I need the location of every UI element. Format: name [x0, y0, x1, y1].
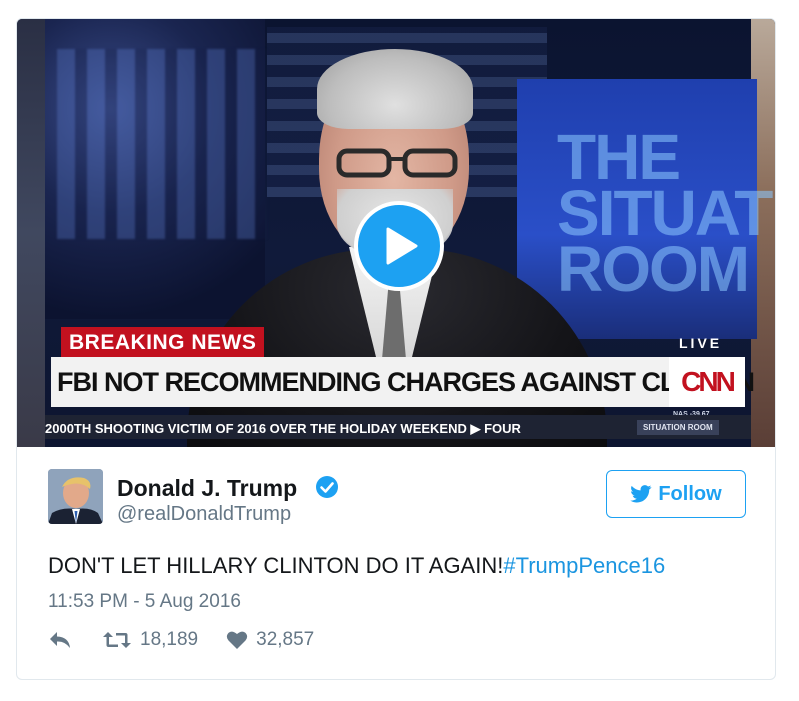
- live-label: LIVE: [679, 335, 723, 351]
- program-tag: SITUATION ROOM: [637, 420, 719, 435]
- anchor-hair: [317, 49, 473, 129]
- heart-icon: [226, 631, 248, 649]
- tweet-card: THE SITUATION ROOM BREAKING NEWS LIVE FB…: [16, 18, 776, 680]
- play-button[interactable]: [354, 201, 444, 291]
- twitter-bird-icon: [630, 485, 652, 503]
- follow-button[interactable]: Follow: [606, 470, 746, 518]
- like-button[interactable]: 32,857: [226, 629, 314, 651]
- news-headline: FBI NOT RECOMMENDING CHARGES AGAINST CLI…: [57, 367, 755, 397]
- verified-badge-icon: [316, 476, 338, 498]
- studio-background-text: THE SITUATION ROOM: [557, 121, 775, 305]
- tweet-actions: 18,189 32,857: [48, 629, 314, 651]
- breaking-news-label: BREAKING NEWS: [61, 327, 265, 359]
- video-player[interactable]: THE SITUATION ROOM BREAKING NEWS LIVE FB…: [17, 19, 775, 447]
- tweet-body: DON'T LET HILLARY CLINTON DO IT AGAIN!: [48, 553, 504, 578]
- retweet-icon: [103, 632, 131, 648]
- follow-label: Follow: [658, 482, 722, 505]
- play-icon: [386, 227, 418, 265]
- cnn-logo: CNN: [669, 357, 745, 407]
- retweet-count: 18,189: [140, 629, 199, 650]
- tweet-text: DON'T LET HILLARY CLINTON DO IT AGAIN!#T…: [48, 553, 665, 579]
- user-handle[interactable]: @realDonaldTrump: [117, 503, 291, 526]
- hashtag-link[interactable]: #TrumpPence16: [503, 553, 665, 578]
- reply-button[interactable]: [48, 630, 72, 650]
- retweet-button[interactable]: 18,189: [102, 629, 198, 651]
- glasses-icon: [336, 148, 458, 178]
- like-count: 32,857: [256, 629, 315, 650]
- video-background-left: [17, 19, 45, 447]
- reply-icon: [50, 632, 70, 648]
- display-name[interactable]: Donald J. Trump: [117, 475, 297, 502]
- studio-screen-bars: [57, 49, 267, 239]
- avatar[interactable]: [48, 469, 103, 524]
- news-ticker: 2000TH SHOOTING VICTIM OF 2016 OVER THE …: [45, 421, 521, 436]
- tweet-timestamp[interactable]: 11:53 PM - 5 Aug 2016: [48, 591, 241, 613]
- profile-photo: [48, 469, 103, 524]
